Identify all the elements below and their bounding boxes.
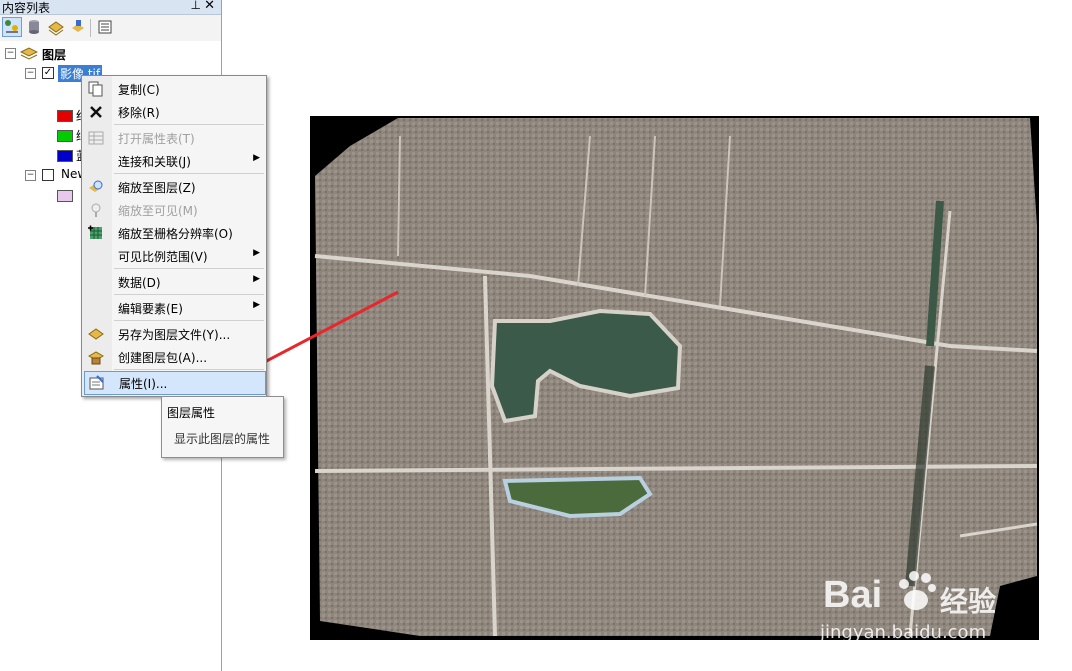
remove-icon — [88, 104, 104, 120]
menu-item-label: 编辑要素(E) — [118, 302, 183, 316]
menu-item-create-layer-package[interactable]: 创建图层包(A)... — [82, 346, 266, 368]
context-menu: 复制(C) 移除(R) 打开属性表(T) 连接和关联(J) ▶ 缩放至图层(Z)… — [81, 75, 267, 397]
menu-item-label: 缩放至栅格分辨率(O) — [118, 227, 233, 241]
menu-item-properties[interactable]: 属性(I)... — [84, 371, 266, 395]
layer-package-icon — [87, 349, 105, 365]
menu-item-zoom-to-layer[interactable]: 缩放至图层(Z) — [82, 176, 266, 198]
band-red-swatch — [57, 110, 73, 122]
tooltip: 图层属性 显示此图层的属性 — [161, 396, 284, 458]
menu-item-label: 可见比例范围(V) — [118, 250, 208, 264]
table-icon — [88, 130, 104, 146]
submenu-arrow-icon: ▶ — [253, 153, 260, 163]
watermark-brand: Bai — [823, 574, 883, 616]
menu-separator — [114, 369, 264, 370]
layer-file-icon — [88, 326, 104, 342]
watermark: Bai 经验 jingyan.baidu.com — [818, 566, 1028, 646]
menu-item-label: 缩放至图层(Z) — [118, 181, 196, 195]
list-by-visibility-icon[interactable] — [47, 18, 65, 36]
watermark-url: jingyan.baidu.com — [820, 622, 987, 643]
layer1-checkbox[interactable]: ✓ — [42, 67, 54, 79]
tooltip-title: 图层属性 — [167, 406, 216, 420]
band-blue-swatch — [57, 150, 73, 162]
copy-icon — [88, 81, 104, 97]
menu-separator — [114, 294, 264, 295]
menu-item-label: 缩放至可见(M) — [118, 204, 198, 218]
menu-separator — [114, 320, 264, 321]
zoom-raster-icon — [88, 225, 104, 241]
menu-item-label: 连接和关联(J) — [118, 155, 191, 169]
tooltip-description: 显示此图层的属性 — [174, 432, 271, 446]
band-green-swatch — [57, 130, 73, 142]
properties-icon — [89, 375, 105, 391]
submenu-arrow-icon: ▶ — [253, 300, 260, 310]
menu-item-label: 数据(D) — [118, 276, 161, 290]
aerial-image — [314, 118, 1038, 637]
menu-item-save-as-layer-file[interactable]: 另存为图层文件(Y)... — [82, 323, 266, 345]
layer2-checkbox[interactable] — [42, 169, 54, 181]
menu-item-open-attribute-table[interactable]: 打开属性表(T) — [82, 127, 266, 149]
toc-title-bar: 内容列表 ⊥ ✕ — [0, 0, 221, 15]
map-view[interactable] — [310, 116, 1039, 640]
layer2-symbol-swatch — [57, 190, 73, 202]
options-icon[interactable] — [96, 18, 114, 36]
list-by-source-icon[interactable] — [25, 18, 43, 36]
menu-item-label: 打开属性表(T) — [118, 132, 195, 146]
submenu-arrow-icon: ▶ — [253, 248, 260, 258]
menu-item-joins-relates[interactable]: 连接和关联(J) ▶ — [82, 150, 266, 172]
menu-item-edit-features[interactable]: 编辑要素(E) ▶ — [82, 297, 266, 319]
expander-icon[interactable]: − — [5, 48, 16, 59]
menu-separator — [114, 173, 264, 174]
menu-item-remove[interactable]: 移除(R) — [82, 101, 266, 123]
menu-item-label: 移除(R) — [118, 106, 160, 120]
toc-title: 内容列表 — [2, 1, 51, 15]
menu-item-data[interactable]: 数据(D) ▶ — [82, 271, 266, 293]
submenu-arrow-icon: ▶ — [253, 274, 260, 284]
list-by-selection-icon[interactable] — [69, 18, 87, 36]
zoom-visible-icon — [88, 202, 104, 218]
watermark-brand2: 经验 — [940, 585, 997, 618]
expander-icon[interactable]: − — [25, 68, 36, 79]
toolbar-divider — [90, 19, 91, 37]
menu-item-zoom-to-raster-resolution[interactable]: 缩放至栅格分辨率(O) — [82, 222, 266, 244]
menu-item-label: 复制(C) — [118, 83, 160, 97]
menu-item-label: 另存为图层文件(Y)... — [118, 328, 231, 342]
menu-item-zoom-to-visible[interactable]: 缩放至可见(M) — [82, 199, 266, 221]
paw-icon — [899, 571, 936, 610]
menu-separator — [114, 124, 264, 125]
root-layer-label[interactable]: 图层 — [42, 46, 66, 63]
menu-item-label: 属性(I)... — [119, 377, 168, 391]
pin-icon[interactable]: ⊥ — [191, 0, 201, 12]
menu-item-visible-scale-range[interactable]: 可见比例范围(V) ▶ — [82, 245, 266, 267]
zoom-layer-icon — [88, 179, 104, 195]
menu-item-copy[interactable]: 复制(C) — [82, 78, 266, 100]
menu-item-label: 创建图层包(A)... — [118, 351, 208, 365]
layers-icon — [19, 46, 39, 63]
menu-separator — [114, 268, 264, 269]
toc-toolbar — [0, 15, 221, 41]
list-by-drawing-order-icon[interactable] — [2, 17, 22, 37]
close-icon[interactable]: ✕ — [204, 0, 215, 13]
expander-icon[interactable]: − — [25, 170, 36, 181]
